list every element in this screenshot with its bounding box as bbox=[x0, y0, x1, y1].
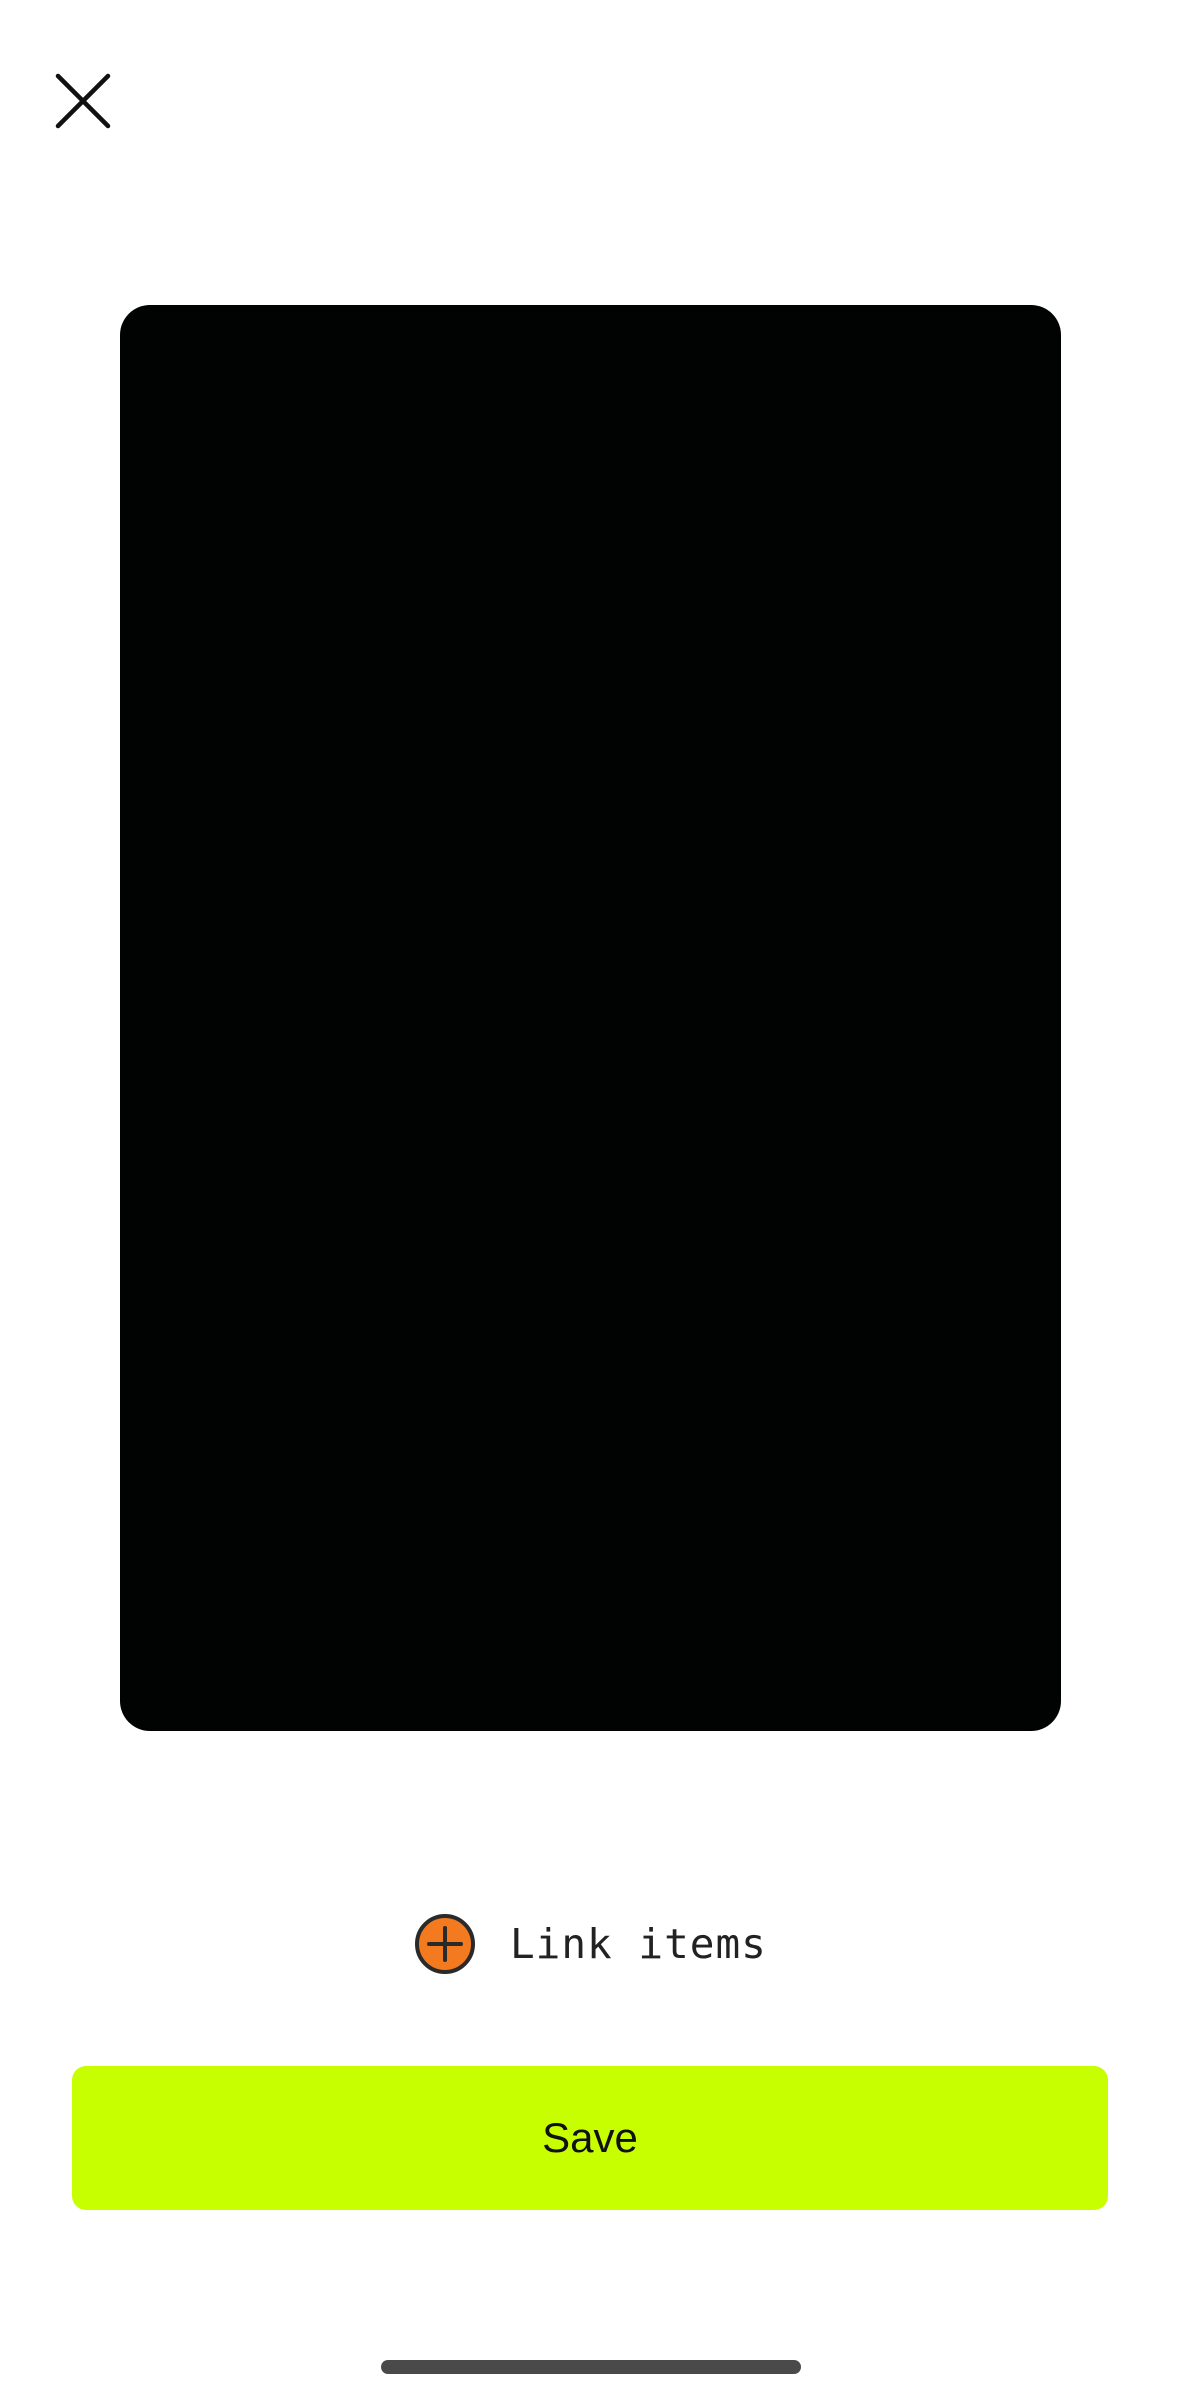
plus-circle-icon bbox=[415, 1914, 475, 1974]
media-preview[interactable] bbox=[120, 305, 1061, 1731]
home-indicator[interactable] bbox=[381, 2360, 801, 2374]
link-items-button[interactable]: Link items bbox=[414, 1912, 767, 1976]
save-button[interactable]: Save bbox=[72, 2066, 1108, 2210]
link-items-label: Link items bbox=[510, 1920, 767, 1968]
close-button[interactable] bbox=[52, 70, 114, 132]
save-button-label: Save bbox=[542, 2114, 638, 2161]
close-icon bbox=[55, 73, 111, 129]
